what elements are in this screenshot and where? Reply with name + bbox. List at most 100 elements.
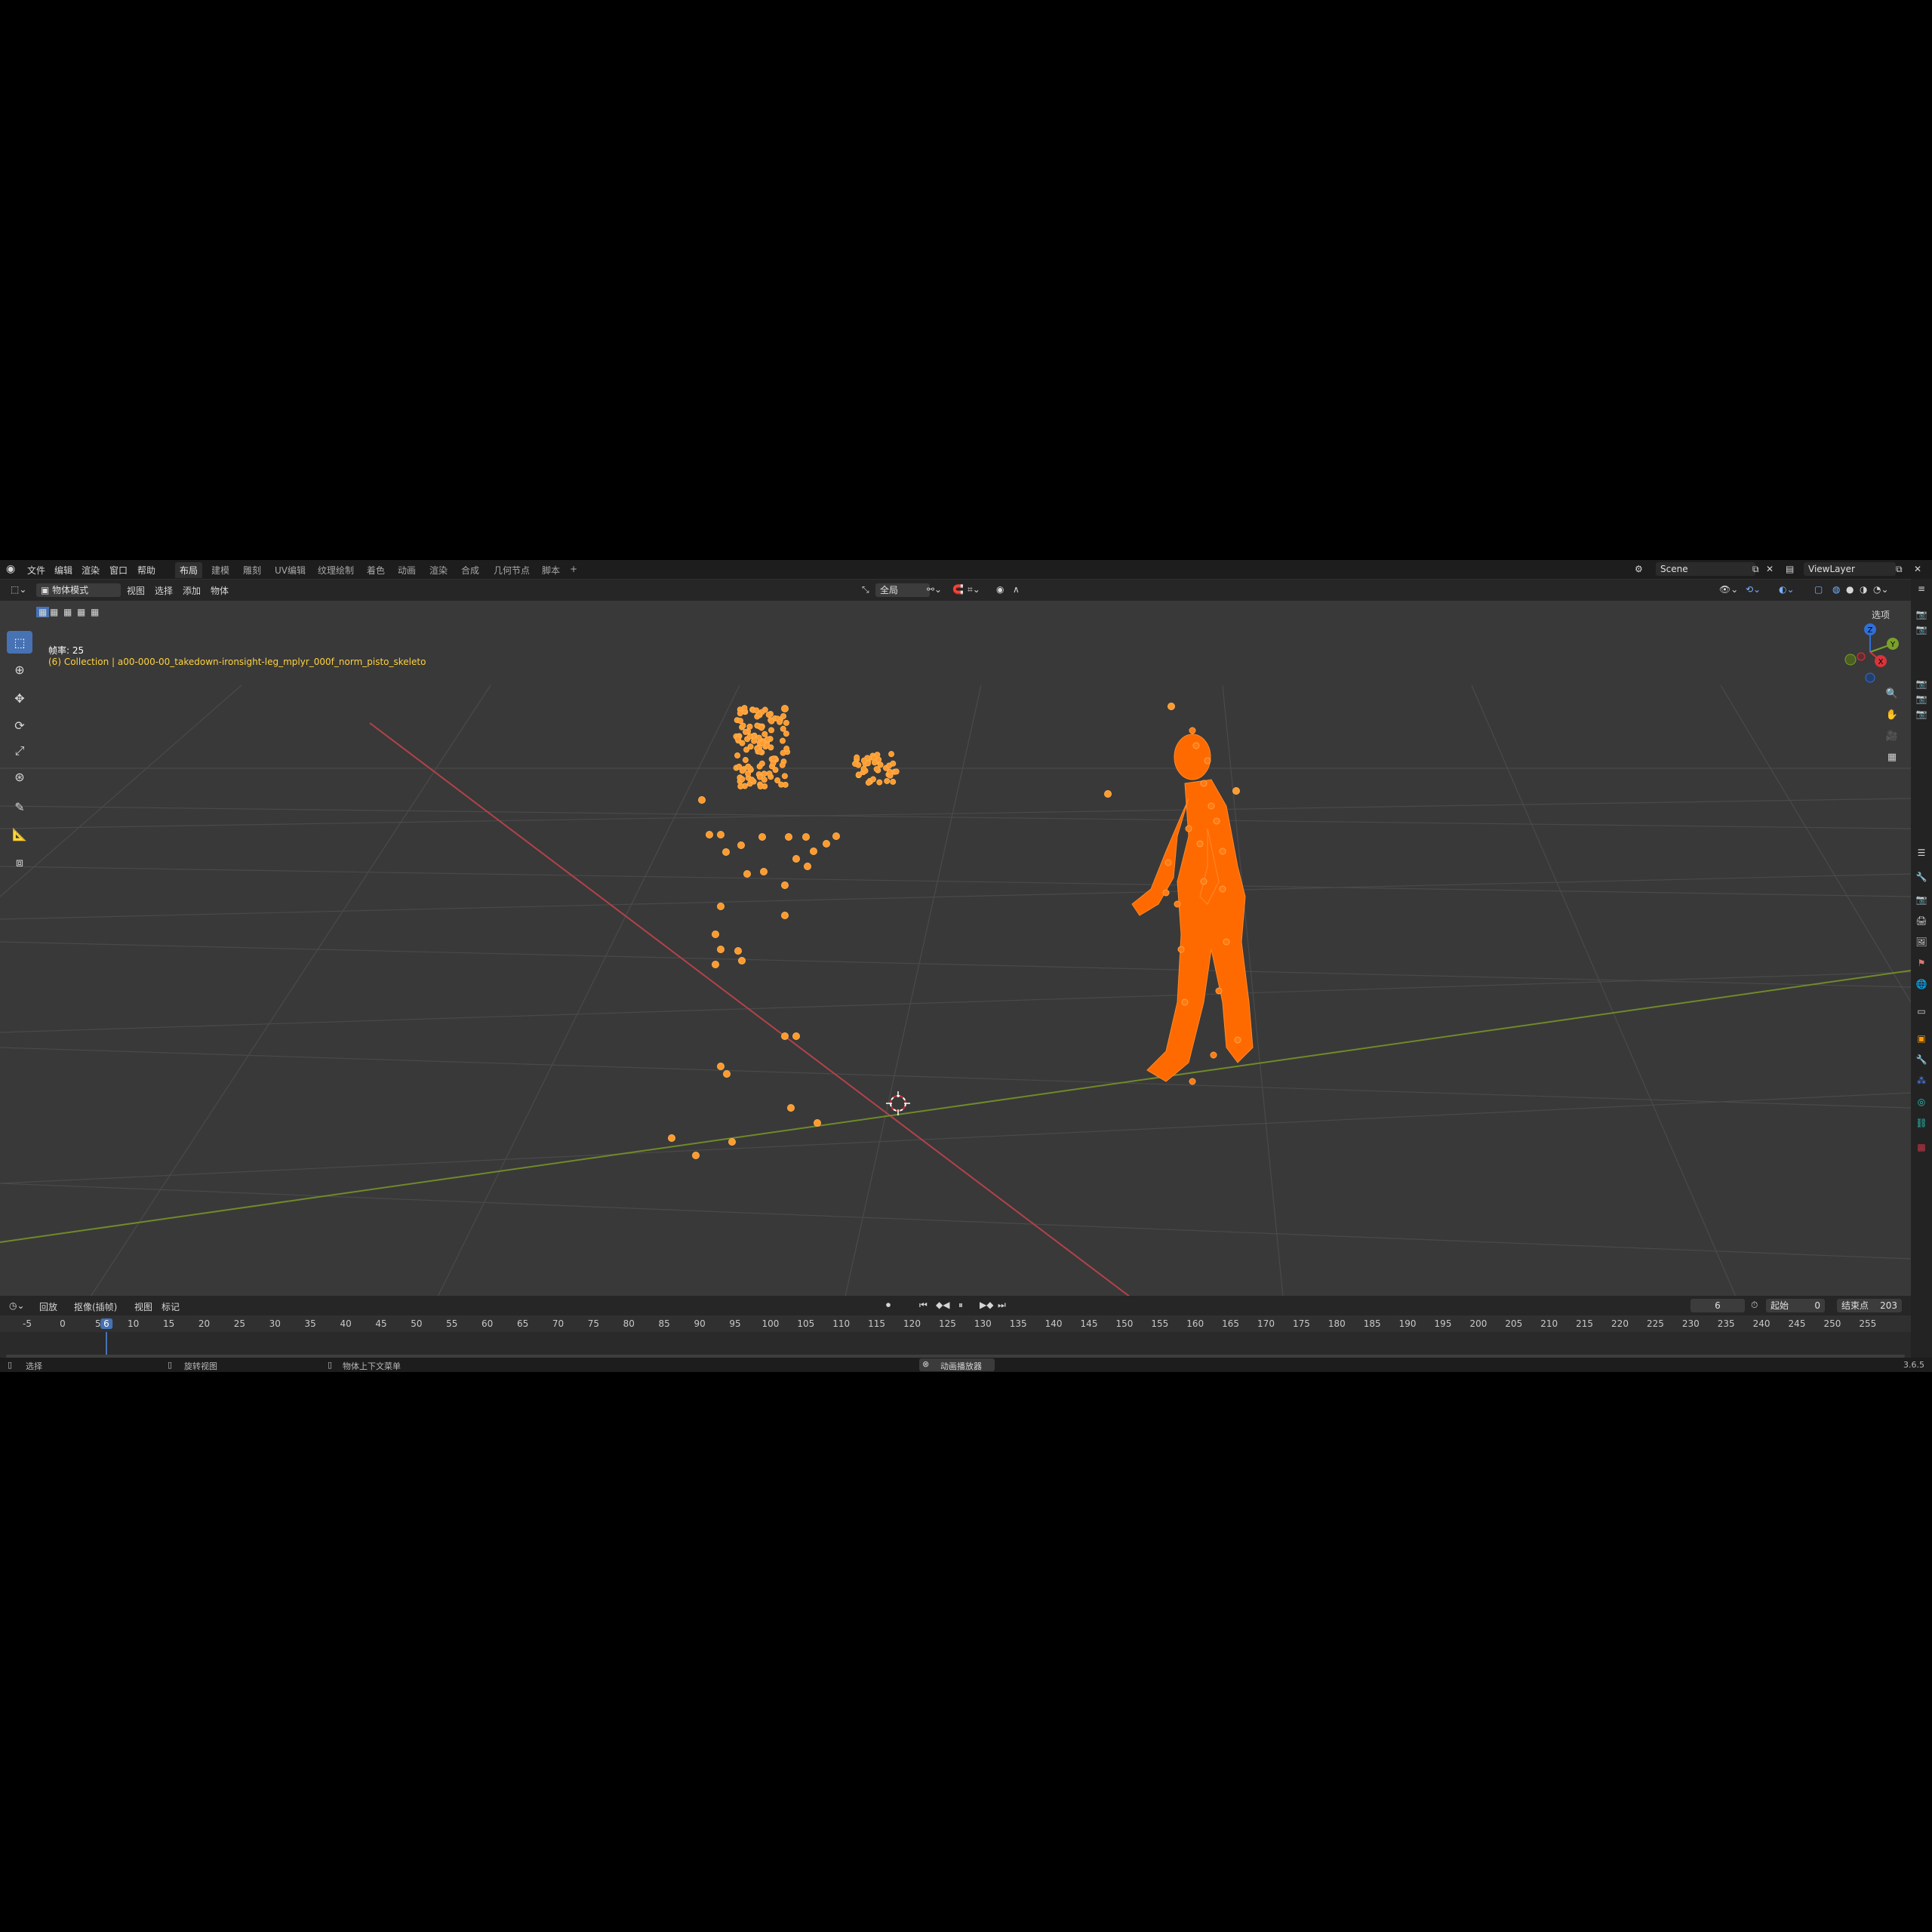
jump-end-icon[interactable]: ⏭ xyxy=(998,1300,1006,1311)
texture-properties-icon[interactable]: ▩ xyxy=(1915,1142,1927,1154)
tab-shading[interactable]: 着色 xyxy=(367,564,385,577)
particles-properties-icon[interactable]: ⁂ xyxy=(1915,1075,1927,1088)
playhead[interactable] xyxy=(106,1332,107,1355)
cursor-icon[interactable]: ⊕ xyxy=(7,658,32,681)
view-layer-selector[interactable]: ViewLayer xyxy=(1804,562,1896,576)
hand-icon[interactable]: ✋ xyxy=(1884,706,1900,723)
mode-selector[interactable]: ▣ 物体模式 xyxy=(36,583,121,597)
menu-add[interactable]: 添加 xyxy=(183,584,201,597)
wireframe-shading-icon[interactable]: ◍ xyxy=(1832,584,1840,595)
close-icon[interactable]: ✕ xyxy=(1914,564,1921,574)
menu-select[interactable]: 选择 xyxy=(155,584,173,597)
select-invert-icon[interactable]: ▦ xyxy=(77,607,85,617)
pivot-icon[interactable]: ⚯⌄ xyxy=(927,584,942,595)
tab-geometry-nodes[interactable]: 几何节点 xyxy=(494,564,530,577)
tab-rendering[interactable]: 渲染 xyxy=(429,564,448,577)
select-intersect-icon[interactable]: ▦ xyxy=(91,607,99,617)
tab-texture-paint[interactable]: 纹理绘制 xyxy=(318,564,354,577)
tab-uv-editing[interactable]: UV编辑 xyxy=(275,564,306,577)
menu-window[interactable]: 窗口 xyxy=(109,564,128,577)
select-box-icon[interactable]: ⬚ xyxy=(7,631,32,654)
snap-icon[interactable]: 🧲 xyxy=(952,584,964,595)
proportional-edit-icon[interactable]: ◉ xyxy=(996,584,1004,595)
world-properties-icon[interactable]: 🌐 xyxy=(1915,979,1927,991)
rotate-icon[interactable]: ⟳ xyxy=(7,714,32,737)
playback-menu[interactable]: 回放 xyxy=(39,1300,57,1313)
current-frame-field[interactable]: 6 xyxy=(1690,1299,1745,1312)
close-icon[interactable]: ✕ xyxy=(1766,564,1774,574)
view-layer-properties-icon[interactable]: 🖼 xyxy=(1915,937,1927,949)
select-subtract-icon[interactable]: ▦ xyxy=(63,607,72,617)
move-icon[interactable]: ✥ xyxy=(7,687,32,709)
camera-visibility-icon[interactable]: 📷 xyxy=(1915,709,1927,721)
marker-menu[interactable]: 标记 xyxy=(162,1300,180,1313)
editor-type-icon[interactable]: ⬚⌄ xyxy=(11,584,26,595)
camera-visibility-icon[interactable]: 📷 xyxy=(1915,609,1927,621)
timeline-track[interactable] xyxy=(0,1332,1911,1359)
stopwatch-icon[interactable]: ⏱ xyxy=(1751,1300,1758,1311)
transform-orientation-dropdown[interactable]: 全局 xyxy=(875,583,930,597)
view-layer-icon[interactable]: ▤ xyxy=(1786,564,1794,574)
render-properties-icon[interactable]: 📷 xyxy=(1915,894,1927,906)
material-shading-icon[interactable]: ◑ xyxy=(1860,584,1867,595)
menu-render[interactable]: 渲染 xyxy=(82,564,100,577)
modifier-properties-icon[interactable]: 🔧 xyxy=(1915,1054,1927,1066)
new-view-layer-icon[interactable]: ⧉ xyxy=(1896,564,1903,575)
menu-view[interactable]: 视图 xyxy=(127,584,145,597)
next-keyframe-icon[interactable]: ▶◆ xyxy=(980,1300,993,1310)
grid-icon[interactable]: ▦ xyxy=(1884,749,1900,765)
tab-layout[interactable]: 布局 xyxy=(175,562,203,578)
constraints-properties-icon[interactable]: ⛓ xyxy=(1915,1118,1927,1130)
camera-visibility-icon[interactable]: 📷 xyxy=(1915,624,1927,636)
playback-status[interactable]: ⊗ 动画播放器 xyxy=(919,1358,995,1371)
solid-shading-icon[interactable]: ● xyxy=(1846,584,1854,595)
clock-icon[interactable]: ◷⌄ xyxy=(9,1300,25,1311)
measure-icon[interactable]: 📐 xyxy=(7,823,32,845)
options-button[interactable]: 选项 xyxy=(1872,608,1890,621)
current-frame-marker[interactable]: 6 xyxy=(100,1318,112,1329)
camera-visibility-icon[interactable]: 📷 xyxy=(1915,678,1927,691)
scale-icon[interactable]: ⤢ xyxy=(7,740,32,762)
timeline-view-menu[interactable]: 视图 xyxy=(134,1300,152,1313)
camera-icon[interactable]: 🎥 xyxy=(1884,728,1900,744)
tool-properties-icon[interactable]: 🔧 xyxy=(1915,872,1927,884)
tab-sculpting[interactable]: 雕刻 xyxy=(243,564,261,577)
end-frame-field[interactable]: 结束点 203 xyxy=(1837,1299,1902,1312)
menu-object[interactable]: 物体 xyxy=(211,584,229,597)
transform-icon[interactable]: ⊛ xyxy=(7,765,32,788)
add-cube-icon[interactable]: ⧈ xyxy=(7,851,32,874)
rendered-shading-icon[interactable]: ◔⌄ xyxy=(1873,584,1889,595)
transform-orientation-icon[interactable]: ⤡ xyxy=(862,584,869,595)
select-extend-icon[interactable]: ▦ xyxy=(50,607,58,617)
visibility-icon[interactable]: 👁⌄ xyxy=(1719,584,1738,595)
tab-animation[interactable]: 动画 xyxy=(398,564,416,577)
gizmo-toggle-icon[interactable]: ⟲⌄ xyxy=(1746,584,1761,595)
record-icon[interactable]: ⏺ xyxy=(886,1300,891,1311)
new-scene-icon[interactable]: ⧉ xyxy=(1752,564,1759,575)
select-new-icon[interactable]: ▦ xyxy=(36,607,50,617)
annotate-icon[interactable]: ✎ xyxy=(7,795,32,818)
add-workspace-button[interactable]: + xyxy=(570,564,577,574)
scene-icon[interactable]: ⚙ xyxy=(1635,564,1643,574)
menu-help[interactable]: 帮助 xyxy=(137,564,155,577)
menu-edit[interactable]: 编辑 xyxy=(54,564,72,577)
blender-icon[interactable]: ◉ xyxy=(6,563,15,575)
outliner-icon[interactable]: ≡ xyxy=(1915,583,1927,595)
prev-keyframe-icon[interactable]: ◆◀ xyxy=(936,1300,949,1310)
frame-ruler[interactable]: -5 0 5 10 15 20 25 30 35 40 45 50 55 60 65 70 75 80 85 90 95… xyxy=(0,1315,1911,1332)
object-properties-icon[interactable]: ▣ xyxy=(1915,1033,1927,1045)
snap-settings-icon[interactable]: ⌗⌄ xyxy=(968,584,980,595)
menu-file[interactable]: 文件 xyxy=(27,564,45,577)
xray-icon[interactable]: ▢ xyxy=(1814,584,1823,595)
zoom-icon[interactable]: 🔍 xyxy=(1884,685,1900,702)
jump-start-icon[interactable]: ⏮ xyxy=(919,1300,928,1311)
tab-modeling[interactable]: 建模 xyxy=(211,564,229,577)
tab-compositing[interactable]: 合成 xyxy=(461,564,479,577)
stop-playback-icon[interactable]: ⊗ xyxy=(922,1359,929,1369)
collection-properties-icon[interactable]: ▭ xyxy=(1915,1006,1927,1018)
keying-menu[interactable]: 抠像(插帧) xyxy=(74,1300,117,1313)
pause-icon[interactable]: ⏸ xyxy=(958,1300,963,1311)
properties-editor-icon[interactable]: ☰ xyxy=(1915,848,1927,860)
camera-visibility-icon[interactable]: 📷 xyxy=(1915,694,1927,706)
scene-selector[interactable]: Scene xyxy=(1656,562,1755,576)
